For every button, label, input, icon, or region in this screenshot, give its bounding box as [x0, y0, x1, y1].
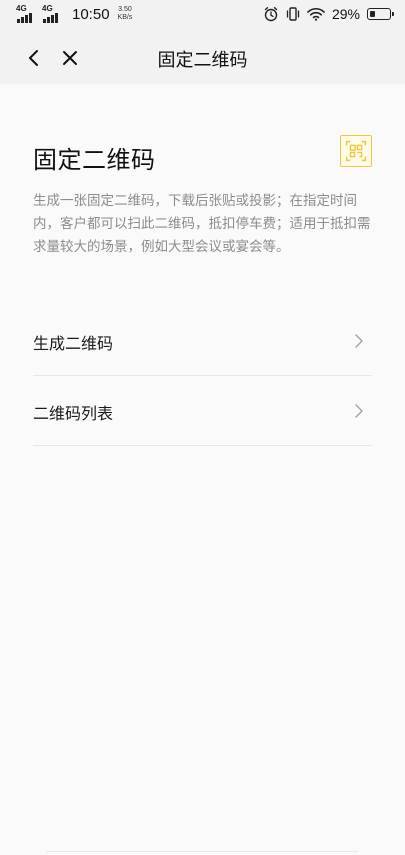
- network-speed-value: 3.50: [118, 5, 132, 13]
- signal-icon: 4G: [42, 3, 64, 23]
- network-type-2: 4G: [42, 3, 53, 13]
- status-bar: 4G 4G 10:50 3.50 KB/s 29%: [0, 0, 405, 32]
- network-speed: 3.50 KB/s: [118, 6, 133, 22]
- network-speed-unit: KB/s: [117, 13, 133, 21]
- status-bar-left: 4G 4G 10:50 3.50 KB/s: [16, 3, 133, 23]
- qr-code-list-label: 二维码列表: [33, 404, 114, 423]
- network-type-1: 4G: [16, 3, 27, 13]
- navigation-bar: 固定二维码: [0, 32, 405, 84]
- generate-qr-code-row[interactable]: 生成二维码: [33, 306, 372, 376]
- main-content: 固定二维码 生成一张固定二维码，下载后张贴或投影；在指定时间内，客户都可以扫此二…: [0, 84, 405, 855]
- signal-icon: 4G: [16, 3, 38, 23]
- qr-code-icon: [340, 135, 372, 167]
- chevron-right-icon: [355, 404, 363, 418]
- page-title: 固定二维码: [33, 146, 156, 174]
- chevron-right-icon: [355, 334, 363, 348]
- generate-qr-code-label: 生成二维码: [33, 334, 114, 353]
- nav-title: 固定二维码: [157, 50, 248, 71]
- qr-code-list-row[interactable]: 二维码列表: [33, 376, 372, 446]
- battery-percentage: 29%: [331, 6, 360, 22]
- alarm-icon: [264, 7, 278, 22]
- description-text: 生成一张固定二维码，下载后张贴或投影；在指定时间内，客户都可以扫此二维码，抵扣停…: [33, 193, 371, 255]
- battery-icon: [367, 8, 394, 20]
- bottom-divider: [46, 851, 358, 855]
- vibrate-icon: [286, 7, 300, 21]
- battery-fill: [369, 10, 375, 17]
- wifi-icon: [307, 8, 325, 21]
- clock-time: 10:50: [72, 6, 110, 23]
- status-bar-right: 29%: [263, 6, 394, 22]
